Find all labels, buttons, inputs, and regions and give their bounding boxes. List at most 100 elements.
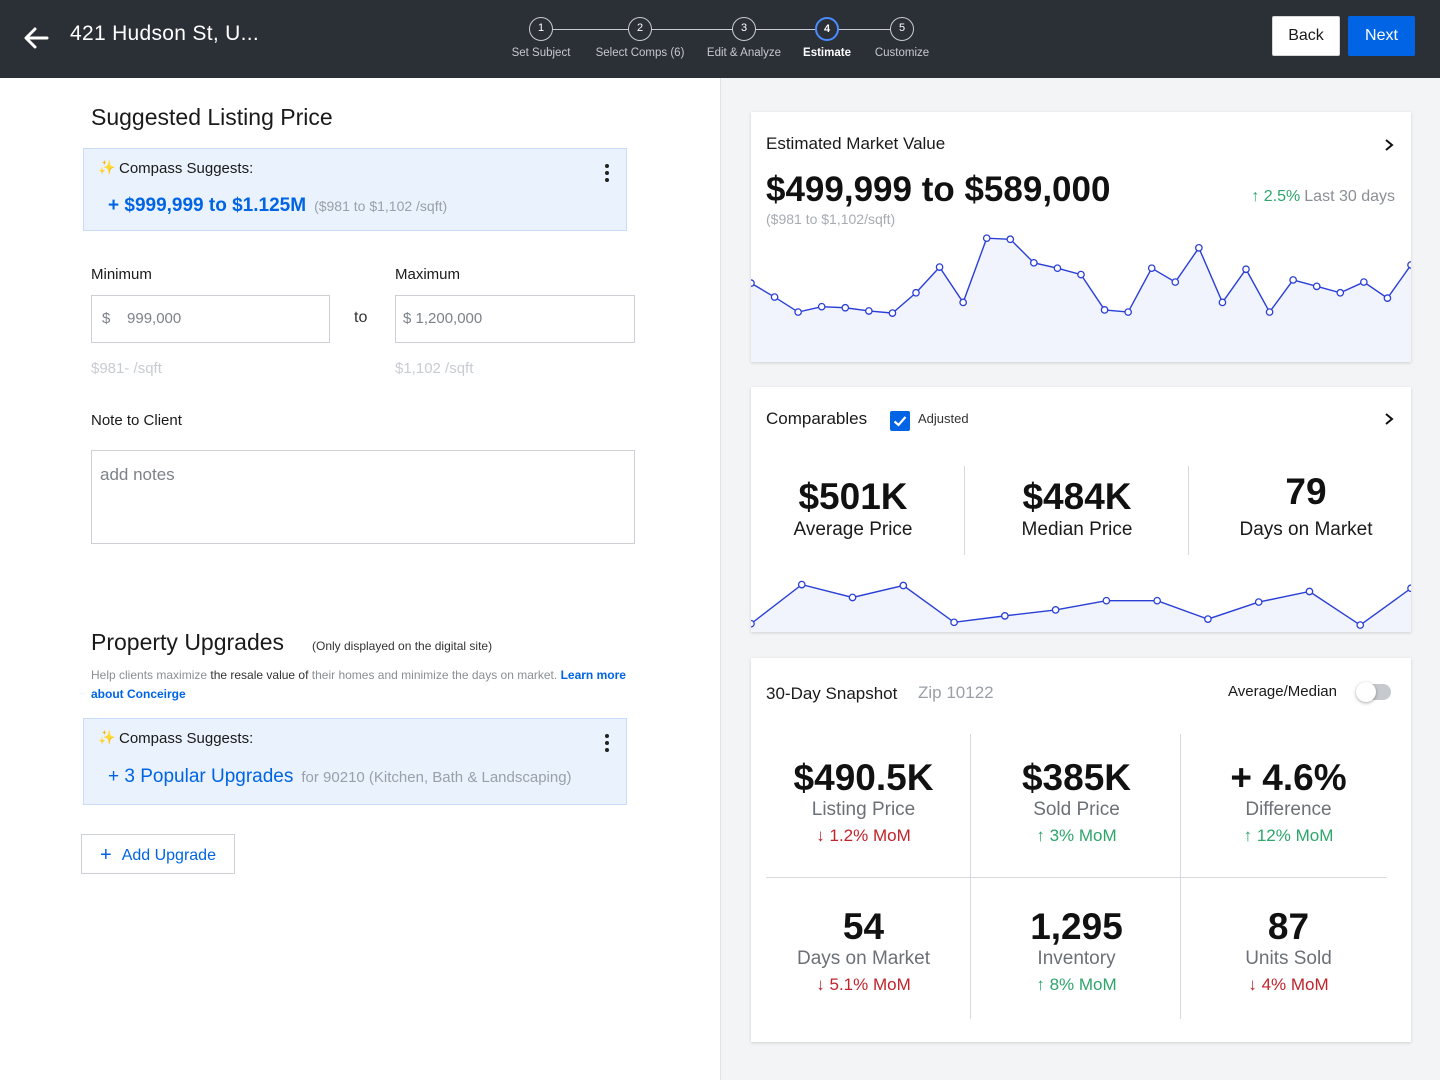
add-upgrade-label: Add Upgrade bbox=[121, 846, 216, 864]
emv-trend-point bbox=[1030, 258, 1038, 267]
sparkle-icon: ✨ bbox=[98, 729, 116, 745]
suggested-range-value: + $999,999 to $1.125M bbox=[108, 195, 307, 216]
arrow-left-icon[interactable] bbox=[22, 24, 50, 52]
step-number: 1 bbox=[529, 17, 553, 41]
kebab-menu-icon[interactable] bbox=[604, 164, 610, 184]
cell-change-value: 12% MoM bbox=[1256, 826, 1334, 845]
sold-price-cell: $385K Sold Price ↑ 3% MoM bbox=[974, 758, 1179, 846]
step-customize[interactable]: 5 Customize bbox=[852, 17, 952, 59]
step-label: Select Comps (6) bbox=[595, 47, 685, 59]
help-text-part: their homes and minimize the days on mar… bbox=[308, 668, 561, 682]
progress-stepper: 1 Set Subject 2 Select Comps (6) 3 Edit … bbox=[500, 17, 940, 67]
divider bbox=[1180, 734, 1181, 1019]
cell-change: ↑ 8% MoM bbox=[974, 975, 1179, 995]
cell-value: 54 bbox=[842, 906, 885, 947]
add-upgrade-button[interactable]: + Add Upgrade bbox=[81, 834, 235, 874]
step-label: Set Subject bbox=[511, 47, 571, 59]
cell-label: Units Sold bbox=[1245, 948, 1332, 969]
step-number: 5 bbox=[890, 17, 914, 41]
adjusted-label: Adjusted bbox=[918, 411, 969, 426]
units-sold-cell: 87 Units Sold ↓ 4% MoM bbox=[1186, 907, 1391, 995]
divider bbox=[970, 734, 971, 1019]
cell-value: $385K bbox=[1021, 757, 1132, 798]
suggested-range[interactable]: + $999,999 to $1.125M ($981 to $1,102 /sq… bbox=[108, 195, 447, 217]
suggested-upgrades-value: + 3 Popular Upgrades bbox=[108, 766, 294, 787]
emv-trend-point bbox=[1100, 306, 1109, 314]
cell-change-value: 4% MoM bbox=[1261, 975, 1329, 994]
divider bbox=[766, 877, 1387, 878]
minimum-sqft: $981- /sqft bbox=[91, 360, 162, 377]
comparables-trend-point bbox=[1356, 621, 1365, 629]
top-bar: 421 Hudson St, U... 1 Set Subject 2 Sele… bbox=[0, 0, 1440, 78]
step-select-comps[interactable]: 2 Select Comps (6) bbox=[590, 17, 690, 59]
back-button[interactable]: Back bbox=[1272, 16, 1340, 56]
compass-suggestion-upgrades[interactable]: ✨ Compass Suggests: + 3 Popular Upgrades… bbox=[83, 718, 627, 805]
stat-value: $484K bbox=[1022, 476, 1132, 517]
emv-change-period: Last 30 days bbox=[1304, 188, 1395, 205]
cell-label: Difference bbox=[1245, 799, 1332, 820]
emv-trend-point bbox=[1265, 308, 1274, 316]
comparables-trend-point bbox=[751, 619, 755, 628]
emv-change: ↑ 2.5% Last 30 days bbox=[1251, 188, 1395, 206]
step-number: 2 bbox=[628, 17, 652, 41]
cell-label: Sold Price bbox=[1033, 799, 1120, 820]
adjusted-checkbox[interactable] bbox=[890, 411, 910, 431]
emv-change-value: 2.5% bbox=[1263, 188, 1301, 205]
step-set-subject[interactable]: 1 Set Subject bbox=[491, 17, 591, 59]
comparables-trend-point bbox=[1153, 596, 1162, 605]
listing-price-cell: $490.5K Listing Price ↓ 1.2% MoM bbox=[761, 758, 966, 846]
emv-trend-point bbox=[1077, 270, 1085, 279]
next-button[interactable]: Next bbox=[1348, 16, 1415, 56]
average-price-stat: $501K Average Price bbox=[773, 477, 933, 541]
cell-change: ↓ 4% MoM bbox=[1186, 975, 1391, 995]
emv-trend-point bbox=[770, 293, 779, 301]
comparables-trend-point bbox=[1204, 615, 1212, 623]
cell-change-value: 1.2% MoM bbox=[829, 826, 911, 845]
suggestion-label: Compass Suggests: bbox=[119, 160, 254, 177]
emv-trend-point bbox=[1195, 243, 1203, 252]
compass-suggestion-price[interactable]: ✨ Compass Suggests: + $999,999 to $1.125… bbox=[83, 148, 627, 231]
comparables-trend-point bbox=[1254, 598, 1263, 606]
suggested-upgrades-sub: for 90210 (Kitchen, Bath & Landscaping) bbox=[301, 769, 572, 786]
estimated-market-value-card[interactable]: Estimated Market Value $499,999 to $589,… bbox=[751, 112, 1411, 362]
average-median-label: Average/Median bbox=[1228, 683, 1337, 700]
listing-price-title: Suggested Listing Price bbox=[91, 104, 333, 130]
average-median-toggle[interactable] bbox=[1356, 682, 1391, 702]
upgrades-help-text: Help clients maximize the resale value o… bbox=[91, 666, 631, 704]
chevron-right-icon[interactable] bbox=[1383, 139, 1395, 151]
maximum-price-input[interactable]: $ 1,200,000 bbox=[395, 295, 635, 343]
emv-trend-point bbox=[1360, 278, 1368, 286]
toggle-knob[interactable] bbox=[1356, 682, 1376, 702]
maximum-label: Maximum bbox=[395, 266, 461, 283]
cell-label: Days on Market bbox=[796, 948, 931, 969]
emv-trend-point bbox=[959, 298, 967, 307]
maximum-sqft: $1,102 /sqft bbox=[395, 360, 474, 377]
kebab-menu-icon[interactable] bbox=[604, 734, 610, 754]
emv-trend-point bbox=[865, 307, 873, 315]
comparables-card[interactable]: Comparables Adjusted $501K Average Price… bbox=[751, 387, 1411, 632]
minimum-price-input[interactable]: $ 999,000 bbox=[91, 295, 330, 343]
emv-trend-point bbox=[1147, 264, 1156, 273]
note-to-client-textarea[interactable]: add notes bbox=[91, 450, 635, 544]
emv-trend-point bbox=[1006, 235, 1015, 244]
cell-change: ↑ 12% MoM bbox=[1186, 826, 1391, 846]
chevron-right-icon[interactable] bbox=[1383, 413, 1395, 425]
emv-title: Estimated Market Value bbox=[766, 134, 946, 153]
suggested-upgrades[interactable]: + 3 Popular Upgrades for 90210 (Kitchen, … bbox=[108, 766, 572, 788]
inventory-cell: 1,295 Inventory ↑ 8% MoM bbox=[974, 907, 1179, 995]
cell-change-value: 8% MoM bbox=[1049, 975, 1117, 994]
emv-trend-point bbox=[1336, 288, 1345, 297]
checkmark-icon bbox=[893, 416, 907, 427]
median-price-stat: $484K Median Price bbox=[997, 477, 1157, 541]
emv-range: $499,999 to $589,000 bbox=[766, 170, 1111, 209]
comparables-trend-point bbox=[899, 581, 908, 590]
plus-icon: + bbox=[100, 843, 112, 866]
comparables-trend-point bbox=[1102, 596, 1111, 605]
emv-trend-chart bbox=[751, 234, 1411, 362]
cell-label: Listing Price bbox=[811, 799, 916, 820]
cell-change: ↓ 1.2% MoM bbox=[761, 826, 966, 846]
emv-trend-point bbox=[841, 303, 850, 312]
emv-sqft: ($981 to $1,102/sqft) bbox=[766, 211, 896, 227]
listing-price-panel: Suggested Listing Price ✨ Compass Sugges… bbox=[0, 78, 720, 1080]
snapshot-card: 30-Day Snapshot Zip 10122 Average/Median… bbox=[751, 658, 1411, 1042]
